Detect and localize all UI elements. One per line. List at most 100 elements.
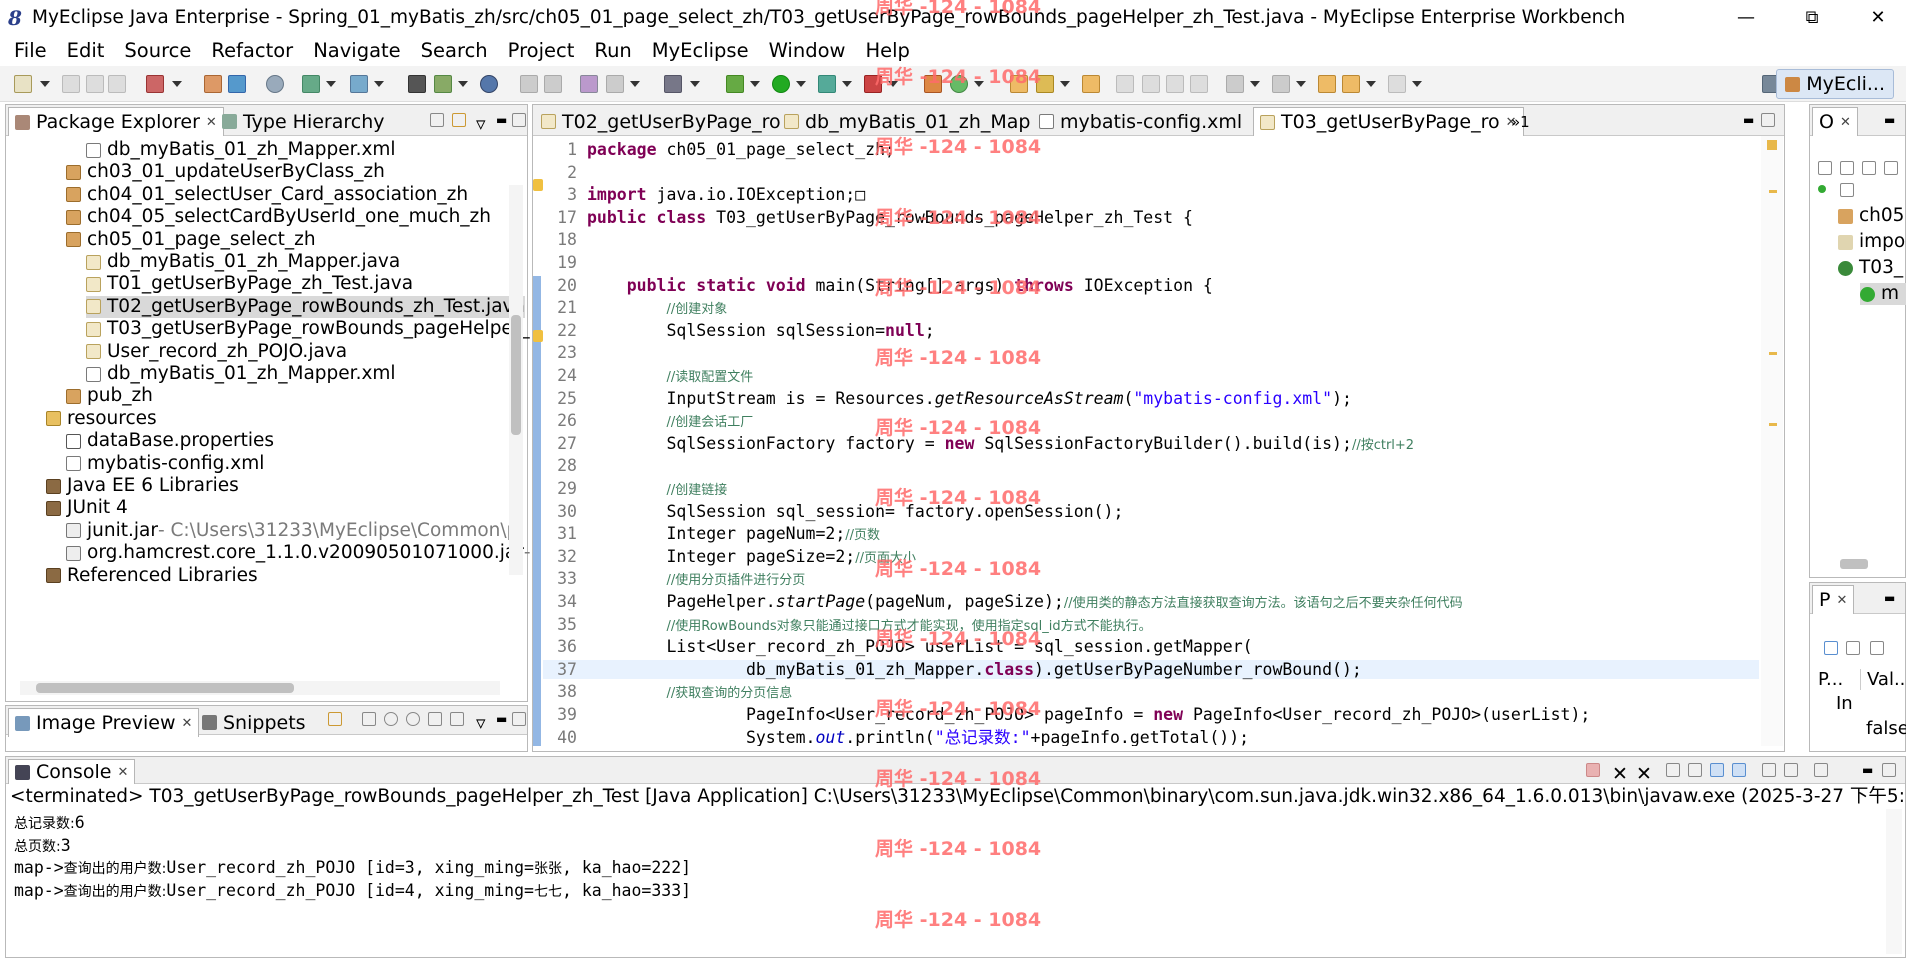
console-icon[interactable] — [408, 75, 426, 93]
prev-annotation-icon[interactable] — [1272, 75, 1290, 93]
pin-console-icon[interactable] — [1762, 763, 1776, 777]
terminate-icon[interactable] — [1586, 763, 1600, 777]
properties-minimize-icon[interactable]: ▬ — [1884, 591, 1898, 605]
tree-vscroll-thumb[interactable] — [511, 315, 521, 435]
search-dropdown-icon[interactable] — [374, 81, 384, 87]
code-line[interactable]: 26 //创建会话工厂 — [543, 411, 1759, 430]
menu-window[interactable]: Window — [759, 39, 856, 62]
console-vertical-scrollbar[interactable] — [1886, 809, 1902, 954]
tree-item[interactable]: db_myBatis_01_zh_Mapper.xml — [86, 139, 396, 161]
menu-search[interactable]: Search — [411, 39, 498, 62]
run-dropdown-icon[interactable] — [796, 81, 806, 87]
open-type-dropdown-icon[interactable] — [326, 81, 336, 87]
tree-item[interactable]: ch04_01_selectUser_Card_association_zh — [66, 184, 468, 206]
save-icon[interactable] — [62, 75, 80, 93]
close-tab-icon[interactable]: ✕ — [1840, 115, 1851, 130]
menu-edit[interactable]: Edit — [57, 39, 115, 62]
menu-help[interactable]: Help — [855, 39, 919, 62]
next-annotation-dropdown-icon[interactable] — [1250, 81, 1260, 87]
code-line[interactable]: 36 List<User_record_zh_POJO> userList = … — [543, 637, 1759, 656]
code-area[interactable]: 1 package ch05_01_page_select_zh; 2 3 import… — [543, 136, 1759, 746]
outline-hscroll-thumb[interactable] — [1840, 559, 1868, 569]
view-menu-icon[interactable]: ▿ — [476, 113, 490, 135]
tree-item[interactable]: resources — [46, 408, 157, 430]
show-stderr-icon[interactable] — [1732, 763, 1746, 777]
code-line[interactable]: 34 PageHelper.startPage(pageNum, pageSiz… — [543, 592, 1759, 611]
build-icon[interactable] — [434, 75, 452, 93]
zoom-out-icon[interactable] — [384, 712, 398, 726]
collapse-all-icon[interactable] — [430, 113, 444, 127]
sort-icon[interactable] — [1840, 161, 1854, 175]
outline-item[interactable]: T03_ — [1838, 257, 1903, 279]
back-dropdown-icon[interactable] — [1366, 81, 1376, 87]
code-line[interactable]: 24 //读取配置文件 — [543, 366, 1759, 385]
code-line[interactable]: 40 System.out.println("总记录数:"+pageInfo.g… — [543, 728, 1759, 746]
menu-source[interactable]: Source — [114, 39, 201, 62]
editor-tab-overflow[interactable]: »1 — [1505, 107, 1536, 136]
close-tab-icon[interactable]: ✕ — [182, 716, 193, 731]
warning-marker-icon[interactable] — [533, 330, 543, 342]
outline-item[interactable]: m — [1860, 283, 1906, 305]
forward-dropdown-icon[interactable] — [1412, 81, 1422, 87]
console-maximize-icon[interactable] — [1882, 763, 1896, 777]
tree-item[interactable]: org.hamcrest.core_1.1.0.v20090501071000.… — [66, 542, 531, 564]
next-annotation-icon[interactable] — [1226, 75, 1244, 93]
tree-item[interactable]: ch05_01_page_select_zh — [66, 229, 316, 251]
preview-view-menu-icon[interactable]: ▿ — [476, 712, 490, 734]
code-line[interactable]: 29 //创建链接 — [543, 479, 1759, 498]
tree-item[interactable]: ch04_05_selectCardByUserId_one_much_zh — [66, 206, 491, 228]
tree-item[interactable]: T03_getUserByPage_rowBounds_pageHelper_ — [86, 318, 530, 340]
code-line[interactable]: 38 //获取查询的分页信息 — [543, 682, 1759, 701]
close-tab-icon[interactable]: ✕ — [117, 765, 128, 780]
tree-item[interactable]: T01_getUserByPage_zh_Test.java — [86, 273, 413, 295]
menu-navigate[interactable]: Navigate — [303, 39, 410, 62]
save-all-icon[interactable] — [86, 75, 104, 93]
code-line[interactable]: 17 public class T03_getUserByPage_rowBoun… — [543, 208, 1759, 227]
menu-run[interactable]: Run — [584, 39, 641, 62]
remove-launch-icon[interactable]: ✕ — [1612, 763, 1628, 785]
code-line[interactable]: 25 InputStream is = Resources.getResourc… — [543, 389, 1759, 408]
menu-myeclipse[interactable]: MyEclipse — [642, 39, 759, 62]
actual-size-icon[interactable] — [428, 712, 442, 726]
menu-project[interactable]: Project — [498, 39, 585, 62]
tree-item[interactable]: mybatis-config.xml — [66, 453, 264, 475]
refresh-icon[interactable] — [606, 75, 624, 93]
outline-item[interactable]: impo — [1838, 231, 1905, 253]
zoom-in-icon[interactable] — [406, 712, 420, 726]
deploy-icon[interactable] — [228, 75, 246, 93]
editor-tab-t02[interactable]: T02_getUserByPage_ro — [535, 107, 787, 136]
minimize-button[interactable]: — — [1718, 0, 1774, 35]
code-line[interactable]: 20 public static void main(String[] args… — [543, 276, 1759, 295]
block-icon[interactable] — [1166, 75, 1184, 93]
fit-window-icon[interactable] — [450, 712, 464, 726]
screen-dropdown-icon[interactable] — [690, 81, 700, 87]
debug-dropdown-icon[interactable] — [750, 81, 760, 87]
hide-static-icon[interactable] — [1884, 161, 1898, 175]
link-with-editor-icon[interactable] — [452, 113, 466, 127]
display-console-icon[interactable] — [1784, 763, 1798, 777]
package-icon[interactable] — [204, 75, 222, 93]
code-line[interactable]: 32 Integer pageSize=2;//页面大小 — [543, 547, 1759, 566]
code-line[interactable]: 1 package ch05_01_page_select_zh; — [543, 140, 1759, 159]
copy-icon[interactable] — [544, 75, 562, 93]
globe-icon[interactable] — [480, 75, 498, 93]
code-line[interactable]: 19 — [543, 253, 1759, 272]
tree-item[interactable]: dataBase.properties — [66, 430, 274, 452]
editor-minimize-icon[interactable]: ▬ — [1743, 113, 1757, 127]
outline-minimize-icon[interactable]: ▬ — [1884, 113, 1898, 127]
clear-console-icon[interactable] — [1666, 763, 1680, 777]
open-console-icon[interactable] — [1814, 763, 1828, 777]
editor-maximize-icon[interactable] — [1761, 113, 1775, 127]
annotation-icon[interactable] — [1116, 75, 1134, 93]
back-icon[interactable] — [1342, 75, 1360, 93]
tab-snippets[interactable]: Snippets — [196, 708, 312, 737]
server-icon[interactable] — [266, 75, 284, 93]
code-line[interactable]: 27 SqlSessionFactory factory = new SqlSe… — [543, 434, 1759, 453]
tree-item[interactable]: db_myBatis_01_zh_Mapper.java — [86, 251, 400, 273]
warning-marker-icon[interactable] — [533, 179, 543, 191]
sync-preview-icon[interactable] — [328, 712, 342, 726]
tab-properties[interactable]: P ✕ — [1812, 585, 1855, 614]
code-line[interactable]: 22 SqlSession sqlSession=null; — [543, 321, 1759, 340]
forward-icon[interactable] — [1388, 75, 1406, 93]
tree-item[interactable]: pub_zh — [66, 385, 153, 407]
